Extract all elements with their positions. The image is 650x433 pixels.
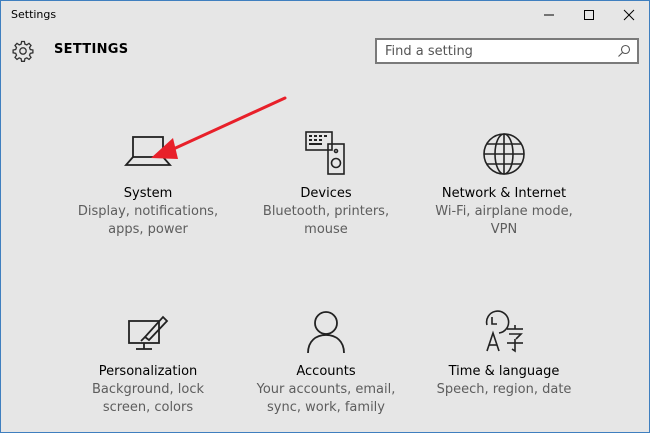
tile-personalization[interactable]: Personalization Background, lock screen,… [58, 307, 238, 417]
maximize-button[interactable] [569, 1, 609, 29]
laptop-icon [124, 136, 172, 166]
tile-system-description: Display, notifications, apps, power [77, 204, 219, 237]
personalization-icon [128, 315, 169, 350]
tile-system-label: System [123, 186, 173, 201]
settings-window: Settings SETTINGS Find a setting System … [0, 0, 650, 433]
tile-personalization-label: Personalization [98, 364, 198, 379]
tile-time-language[interactable]: Time & language Speech, region, date [414, 307, 594, 399]
title-bar: Settings [1, 1, 649, 29]
tile-time-language-label: Time & language [448, 364, 560, 379]
window-title: Settings [11, 8, 57, 21]
devices-icon [305, 131, 345, 175]
search-box[interactable] [375, 38, 639, 64]
tile-network-internet-description: Wi-Fi, airplane mode, VPN [435, 204, 573, 237]
tile-system[interactable]: System Display, notifications, apps, pow… [58, 129, 238, 239]
time-language-icon [485, 310, 523, 353]
gear-icon [12, 40, 34, 62]
tile-accounts[interactable]: Accounts Your accounts, email, sync, wor… [236, 307, 416, 417]
minimize-button[interactable] [529, 1, 569, 29]
page-title: SETTINGS [54, 42, 129, 57]
person-icon [307, 311, 345, 354]
tile-accounts-label: Accounts [296, 364, 356, 379]
tile-network-internet[interactable]: Network & Internet Wi-Fi, airplane mode,… [414, 129, 594, 239]
tile-devices-description: Bluetooth, printers, mouse [262, 204, 390, 237]
tile-personalization-description: Background, lock screen, colors [91, 382, 205, 415]
tile-accounts-description: Your accounts, email, sync, work, family [256, 382, 396, 415]
close-button[interactable] [609, 1, 649, 29]
tile-network-internet-label: Network & Internet [441, 186, 567, 201]
tile-time-language-description: Speech, region, date [436, 382, 572, 397]
globe-icon [483, 133, 525, 175]
settings-header: SETTINGS [1, 29, 649, 73]
tile-devices[interactable]: Devices Bluetooth, printers, mouse [236, 129, 416, 239]
maximize-icon [584, 10, 594, 20]
search-input[interactable] [385, 42, 605, 60]
tile-devices-label: Devices [300, 186, 352, 201]
minimize-icon [544, 14, 554, 16]
close-icon [623, 9, 635, 21]
search-icon[interactable] [617, 44, 631, 58]
